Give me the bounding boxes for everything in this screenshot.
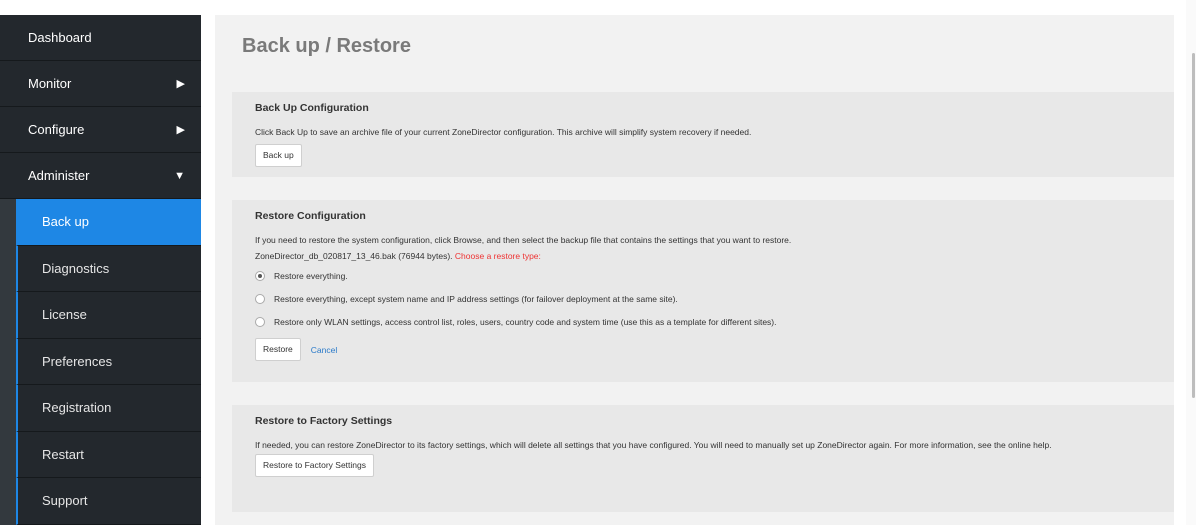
nav-configure-label: Configure <box>28 122 85 137</box>
nav-administer-label: Administer <box>28 168 90 183</box>
chevron-down-icon: ▼ <box>174 169 185 182</box>
factory-description: If needed, you can restore ZoneDirector … <box>255 440 1052 450</box>
submenu-indent-bar <box>0 199 16 525</box>
restore-type-prompt: Choose a restore type: <box>454 251 541 261</box>
sidebar-item-label: Back up <box>42 214 89 230</box>
nav-dashboard[interactable]: Dashboard <box>0 15 201 61</box>
restore-option-label: Restore everything, except system name a… <box>274 293 678 304</box>
radio-button[interactable] <box>255 270 265 281</box>
restore-button[interactable]: Restore <box>255 338 301 361</box>
sidebar-item-support[interactable]: Support <box>16 478 201 525</box>
restore-description: If you need to restore the system config… <box>255 235 792 245</box>
restore-section-title: Restore Configuration <box>255 210 366 222</box>
nav-configure[interactable]: Configure ▶ <box>0 107 201 153</box>
sidebar-item-label: Diagnostics <box>42 260 110 276</box>
nav-administer[interactable]: Administer ▼ <box>0 153 201 199</box>
sidebar-item-label: Registration <box>42 400 112 416</box>
sidebar-item-label: Preferences <box>42 353 113 369</box>
backup-section-title: Back Up Configuration <box>255 102 369 114</box>
administer-submenu: Back up Diagnostics License Preferences … <box>0 199 201 525</box>
restore-actions: Restore Cancel <box>255 338 1174 361</box>
backup-button[interactable]: Back up <box>255 144 302 167</box>
cancel-link[interactable]: Cancel <box>311 345 337 355</box>
sidebar-item-label: Restart <box>42 446 84 462</box>
page-title: Back up / Restore <box>242 35 411 57</box>
nav-monitor-label: Monitor <box>28 76 72 91</box>
sidebar-item-backup[interactable]: Back up <box>16 199 201 246</box>
nav-monitor[interactable]: Monitor ▶ <box>0 61 201 107</box>
radio-button[interactable] <box>255 316 265 327</box>
restore-option-everything[interactable]: Restore everything. <box>255 264 1174 287</box>
backup-section: Back Up Configuration Click Back Up to s… <box>232 92 1174 177</box>
factory-reset-section: Restore to Factory Settings If needed, y… <box>232 405 1174 512</box>
main-content: Back up / Restore Back Up Configuration … <box>215 15 1174 525</box>
sidebar-item-label: Support <box>42 493 88 509</box>
restore-option-label: Restore only WLAN settings, access contr… <box>274 316 777 327</box>
sidebar: Dashboard Monitor ▶ Configure ▶ Administ… <box>0 15 201 525</box>
backup-file-info: ZoneDirector_db_020817_13_46.bak (76944 … <box>255 251 453 261</box>
sidebar-item-license[interactable]: License <box>16 292 201 339</box>
restore-option-except-system[interactable]: Restore everything, except system name a… <box>255 287 1174 310</box>
chevron-right-icon: ▶ <box>176 78 185 90</box>
restore-section: Restore Configuration If you need to res… <box>232 200 1174 382</box>
factory-reset-button[interactable]: Restore to Factory Settings <box>255 454 374 477</box>
factory-section-title: Restore to Factory Settings <box>255 415 393 427</box>
radio-button[interactable] <box>255 293 265 304</box>
sidebar-item-preferences[interactable]: Preferences <box>16 338 201 385</box>
backup-description: Click Back Up to save an archive file of… <box>255 127 752 137</box>
restore-option-label: Restore everything. <box>274 270 348 281</box>
nav-dashboard-label: Dashboard <box>28 30 92 45</box>
sidebar-item-registration[interactable]: Registration <box>16 385 201 432</box>
sidebar-item-label: License <box>42 307 87 323</box>
restore-option-wlan-only[interactable]: Restore only WLAN settings, access contr… <box>255 310 1174 333</box>
sidebar-item-restart[interactable]: Restart <box>16 431 201 478</box>
scrollbar-thumb[interactable] <box>1192 53 1195 398</box>
restore-file-line: ZoneDirector_db_020817_13_46.bak (76944 … <box>255 248 1174 264</box>
sidebar-item-diagnostics[interactable]: Diagnostics <box>16 245 201 292</box>
chevron-right-icon: ▶ <box>176 124 185 136</box>
